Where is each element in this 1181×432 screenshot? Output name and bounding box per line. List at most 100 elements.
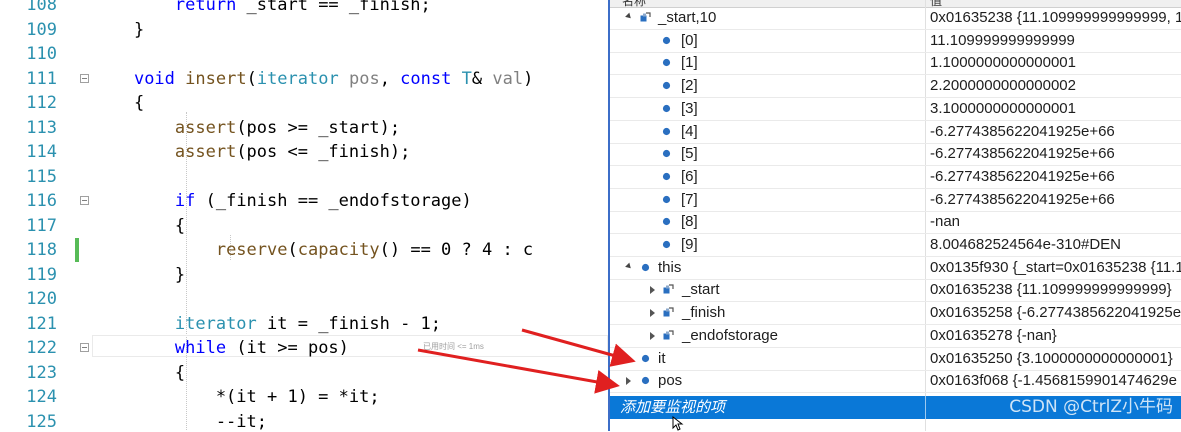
watch-value[interactable]: 0x01635238 {11.109999999999999} [930, 279, 1172, 301]
code-token: void [133, 68, 175, 89]
watch-value[interactable]: 2.2000000000000002 [930, 75, 1076, 97]
line-number: 113 [26, 117, 57, 138]
watch-window[interactable]: 名称 值 _start,10 0x01635238 {11.10999999999… [608, 0, 1181, 431]
code-line[interactable]: 108 return _start == _finish; [0, 0, 608, 17]
code-line[interactable]: 112 { [0, 91, 608, 115]
watch-name: _finish [682, 304, 726, 322]
watch-name: [7] [681, 190, 698, 208]
expand-arrow-icon[interactable] [626, 354, 631, 363]
code-line[interactable]: 110 [0, 42, 608, 66]
watch-row[interactable]: this 0x0135f930 {_start=0x01635238 {11.1 [610, 257, 1181, 280]
watch-value[interactable]: 0x0163f068 {-1.4568159901474629e [930, 370, 1177, 392]
collapse-arrow-icon[interactable] [625, 12, 633, 21]
watch-row[interactable]: [4] -6.2774385622041925e+66 [610, 121, 1181, 144]
code-token: return [174, 0, 237, 15]
watch-row[interactable]: [8] -nan [610, 211, 1181, 235]
variable-icon [662, 127, 671, 136]
variable-icon [662, 149, 671, 158]
watch-row[interactable]: [0] 11.109999999999999 [610, 30, 1181, 53]
watch-value[interactable]: -6.2774385622041925e+66 [930, 189, 1115, 211]
line-number: 114 [26, 142, 57, 162]
watch-row[interactable]: _start,10 0x01635238 {11.109999999999999,… [610, 7, 1181, 30]
code-line[interactable]: 111 void insert(iterator pos, const T& v… [0, 67, 608, 91]
watch-value[interactable]: 11.109999999999999 [930, 30, 1075, 52]
code-line[interactable]: 123 { [0, 361, 608, 385]
watch-row[interactable]: [1] 1.1000000000000001 [610, 52, 1181, 76]
line-number: 110 [26, 44, 57, 64]
collapse-toggle-icon[interactable] [80, 73, 89, 83]
variable-icon [662, 195, 671, 204]
watch-value[interactable]: 0x01635250 {3.1000000000000001} [930, 348, 1173, 370]
watch-value[interactable]: -nan [930, 211, 960, 233]
mouse-cursor-icon [672, 416, 684, 431]
code-token: , [379, 68, 401, 89]
watch-row[interactable]: pos 0x0163f068 {-1.4568159901474629e [610, 370, 1181, 394]
variable-icon [662, 172, 671, 181]
line-number: 123 [26, 362, 57, 383]
variable-icon [641, 376, 650, 385]
code-token: assert [174, 142, 237, 162]
code-line[interactable]: 119 } [0, 263, 608, 287]
watch-row[interactable]: [5] -6.2774385622041925e+66 [610, 143, 1181, 167]
expand-arrow-icon[interactable] [626, 377, 631, 386]
code-text: void insert(iterator pos, const T& val) [93, 67, 533, 91]
watch-name: _endofstorage [682, 326, 778, 344]
code-line[interactable]: 115 [0, 165, 608, 189]
collapse-toggle-icon[interactable] [80, 343, 89, 352]
perf-tip[interactable]: 已用时间 <= 1ms [423, 341, 484, 352]
variable-icon [662, 217, 671, 226]
watch-row[interactable]: [2] 2.2000000000000002 [610, 75, 1181, 99]
watch-name: [5] [681, 145, 698, 163]
code-line[interactable]: 122 while (it >= pos) [0, 336, 608, 360]
watch-row[interactable]: _endofstorage 0x01635278 {-nan} [610, 325, 1181, 348]
expand-arrow-icon[interactable] [650, 309, 655, 318]
line-number: 118 [26, 240, 57, 260]
code-line[interactable]: 114 assert(pos <= _finish); [0, 140, 608, 164]
watch-row[interactable]: it 0x01635250 {3.1000000000000001} [610, 348, 1181, 371]
watch-value[interactable]: 0x01635278 {-nan} [930, 325, 1057, 347]
collapse-toggle-icon[interactable] [80, 196, 89, 205]
watch-value[interactable]: 8.004682524564e-310#DEN [930, 234, 1121, 256]
watch-row[interactable]: [7] -6.2774385622041925e+66 [610, 189, 1181, 212]
code-line[interactable]: 116 if (_finish == _endofstorage) [0, 189, 608, 213]
watch-value[interactable]: 1.1000000000000001 [930, 52, 1076, 74]
code-token: capacity [297, 240, 380, 260]
code-editor[interactable]: 108 return _start == _finish; 109 } 110 111… [0, 0, 608, 431]
code-line[interactable]: 121 iterator it = _finish - 1; [0, 312, 608, 336]
code-line[interactable]: 124 *(it + 1) = *it; [0, 385, 608, 409]
code-token: const [400, 68, 452, 89]
expand-arrow-icon[interactable] [650, 286, 655, 295]
collapse-arrow-icon[interactable] [625, 262, 633, 271]
watch-name: [9] [681, 236, 698, 253]
code-line[interactable]: 113 assert(pos >= _start); [0, 116, 608, 140]
line-number: 119 [26, 264, 57, 285]
code-line[interactable]: 120 [0, 287, 608, 311]
watch-row[interactable]: _start 0x01635238 {11.109999999999999} [610, 279, 1181, 303]
watch-value[interactable]: -6.2774385622041925e+66 [930, 143, 1115, 165]
watch-value[interactable]: 3.1000000000000001 [930, 98, 1076, 120]
code-line[interactable]: 109 } [0, 18, 608, 42]
watch-value[interactable]: 0x01635258 {-6.2774385622041925e [930, 302, 1181, 324]
watch-value[interactable]: -6.2774385622041925e+66 [930, 121, 1115, 143]
watch-row[interactable]: [9] 8.004682524564e-310#DEN [610, 234, 1181, 257]
code-token: ) [523, 68, 534, 89]
watch-row[interactable]: [6] -6.2774385622041925e+66 [610, 166, 1181, 189]
expand-arrow-icon[interactable] [650, 331, 655, 340]
code-line[interactable]: 118 reserve(capacity() == 0 ? 4 : c [0, 238, 608, 262]
code-token: ( [246, 68, 257, 89]
code-text: assert(pos <= _finish); [93, 140, 410, 164]
watch-row[interactable]: _finish 0x01635258 {-6.2774385622041925e [610, 302, 1181, 326]
add-watch-row[interactable]: 添加要监视的项 CSDN @CtrlZ小牛码 [610, 396, 1181, 419]
watch-value[interactable]: 0x0135f930 {_start=0x01635238 {11.1 [930, 257, 1181, 279]
code-line[interactable]: 117 { [0, 214, 608, 238]
line-number: 120 [26, 289, 57, 309]
watch-value[interactable]: 0x01635238 {11.109999999999999, 1 [930, 7, 1181, 29]
watch-value[interactable]: -6.2774385622041925e+66 [930, 166, 1115, 188]
code-line[interactable]: 125 --it; [0, 410, 608, 432]
watch-row[interactable]: [3] 3.1000000000000001 [610, 98, 1181, 121]
watch-name: _start [682, 281, 720, 299]
line-number: 116 [26, 191, 57, 211]
